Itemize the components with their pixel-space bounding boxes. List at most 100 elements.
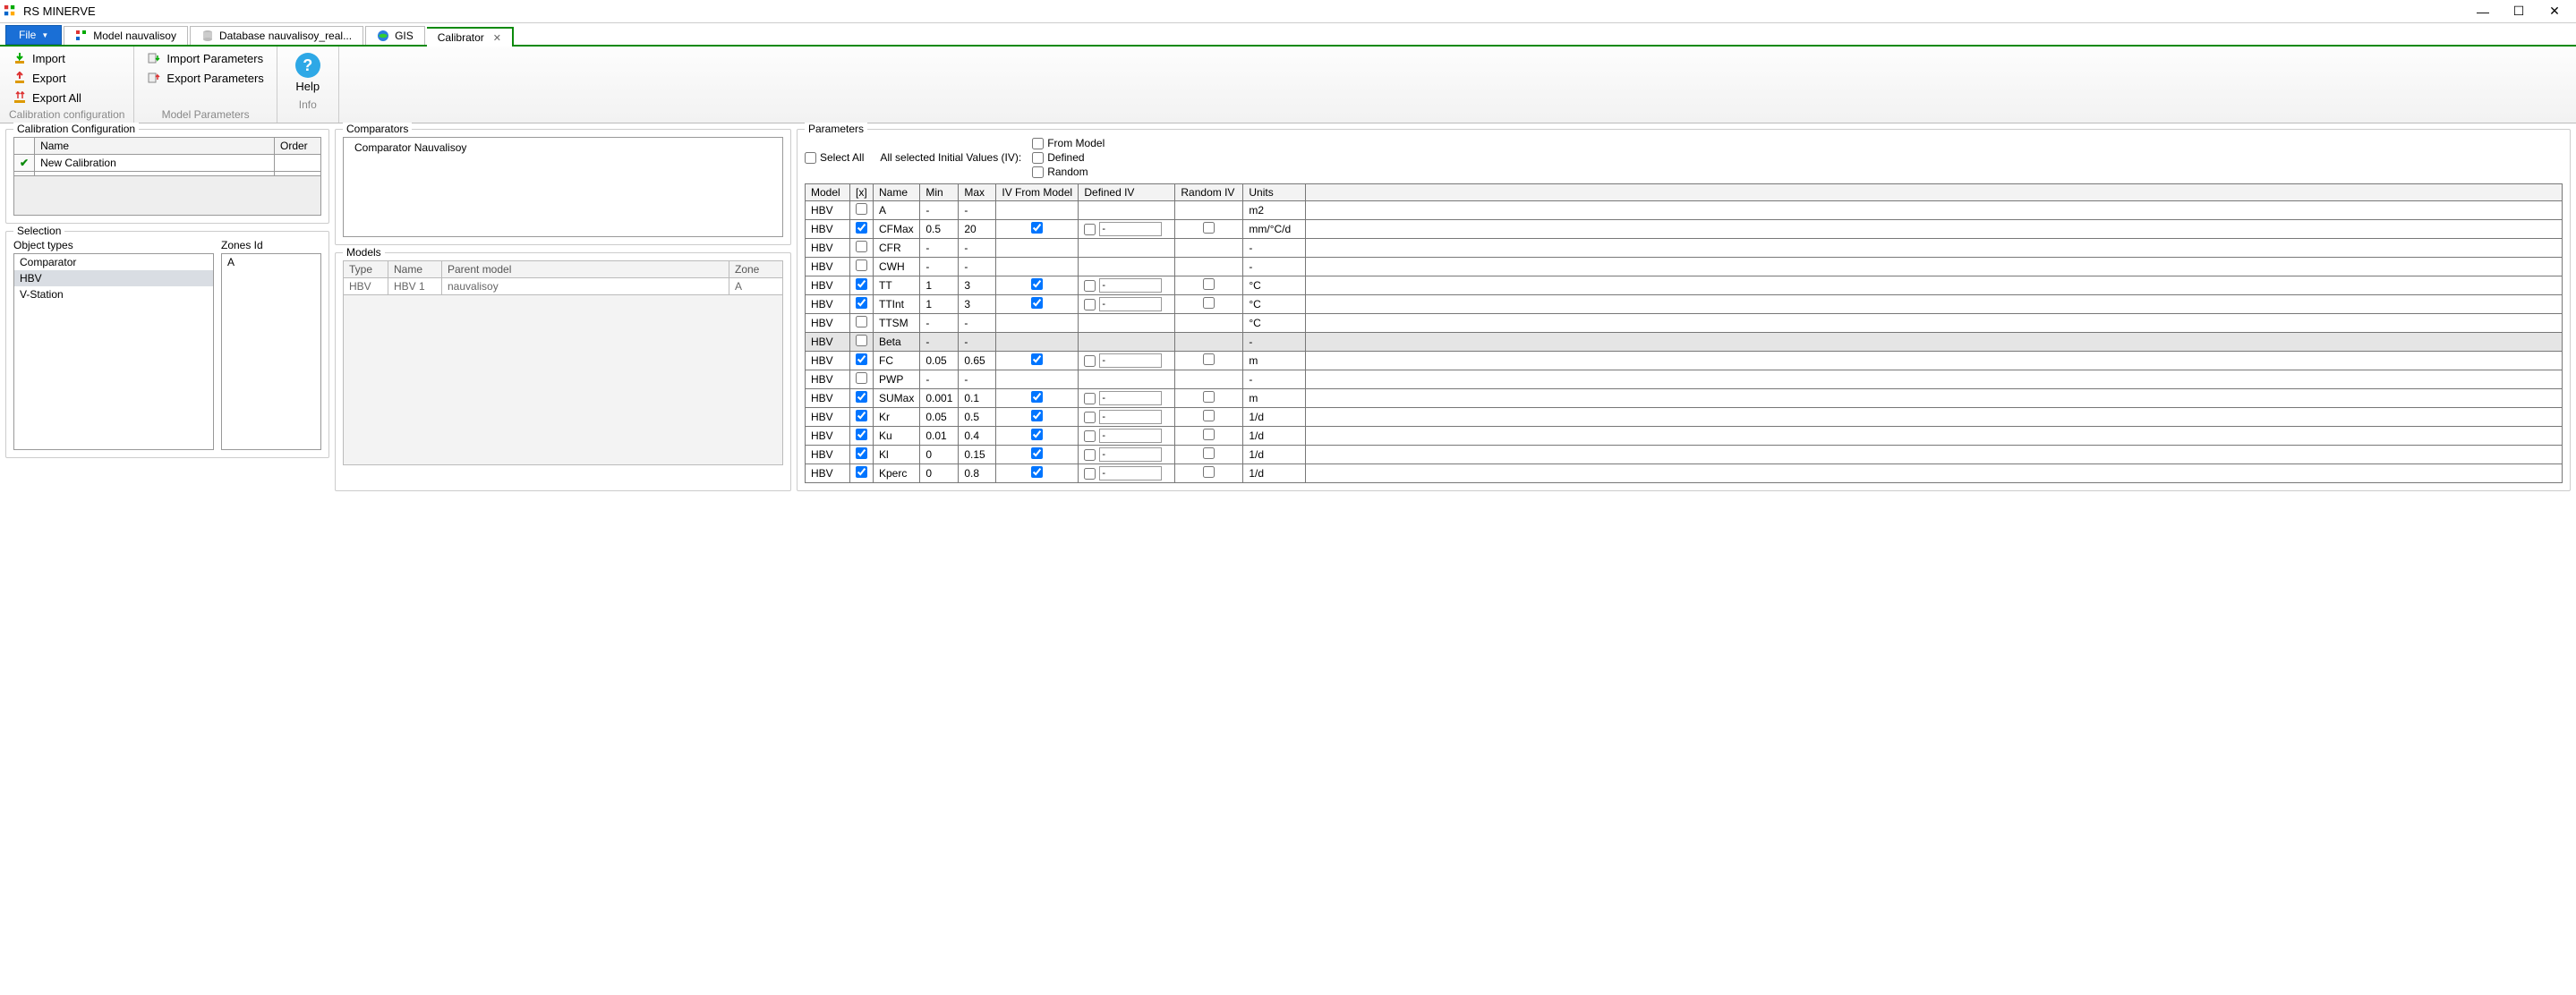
select-all-checkbox[interactable]: Select All [805, 151, 864, 164]
col-riv[interactable]: Random IV [1175, 184, 1243, 201]
comparators-list[interactable]: Comparator Nauvalisoy [343, 137, 783, 237]
col-min[interactable]: Min [920, 184, 959, 201]
div-checkbox[interactable] [1084, 449, 1096, 461]
div-checkbox[interactable] [1084, 224, 1096, 235]
table-row[interactable]: HBVTTInt13°C [806, 295, 2563, 314]
riv-checkbox[interactable] [1203, 353, 1215, 365]
col-parent[interactable]: Parent model [442, 261, 729, 278]
ivm-checkbox[interactable] [1031, 410, 1043, 421]
x-checkbox[interactable] [856, 429, 867, 440]
x-checkbox[interactable] [856, 241, 867, 252]
close-button[interactable]: ✕ [2537, 0, 2572, 23]
div-checkbox[interactable] [1084, 468, 1096, 480]
x-checkbox[interactable] [856, 372, 867, 384]
ivm-checkbox[interactable] [1031, 391, 1043, 403]
ivm-checkbox[interactable] [1031, 447, 1043, 459]
maximize-button[interactable]: ☐ [2501, 0, 2537, 23]
div-checkbox[interactable] [1084, 280, 1096, 292]
riv-checkbox[interactable] [1203, 222, 1215, 234]
parameters-grid[interactable]: Model [x] Name Min Max IV From Model Def… [805, 183, 2563, 483]
table-row[interactable]: HBVPWP--- [806, 370, 2563, 389]
import-button[interactable]: Import [9, 49, 124, 67]
div-input[interactable] [1099, 466, 1162, 480]
table-row[interactable]: HBVBeta--- [806, 333, 2563, 352]
x-checkbox[interactable] [856, 259, 867, 271]
col-ivm[interactable]: IV From Model [996, 184, 1079, 201]
list-item[interactable]: A [222, 254, 320, 270]
cell-order[interactable] [275, 155, 321, 172]
export-parameters-button[interactable]: Export Parameters [143, 69, 267, 87]
col-order[interactable]: Order [275, 138, 321, 155]
riv-checkbox[interactable] [1203, 466, 1215, 478]
tab-database[interactable]: Database nauvalisoy_real... [190, 26, 363, 45]
list-item[interactable]: Comparator Nauvalisoy [349, 140, 777, 156]
ivm-checkbox[interactable] [1031, 353, 1043, 365]
riv-checkbox[interactable] [1203, 410, 1215, 421]
col-x[interactable]: [x] [850, 184, 874, 201]
riv-checkbox[interactable] [1203, 391, 1215, 403]
file-menu[interactable]: File [5, 25, 62, 45]
table-row[interactable]: HBVTTSM--°C [806, 314, 2563, 333]
div-checkbox[interactable] [1084, 430, 1096, 442]
div-input[interactable] [1099, 353, 1162, 368]
iv-random-checkbox[interactable]: Random [1032, 166, 1105, 178]
x-checkbox[interactable] [856, 222, 867, 234]
iv-from-model-checkbox[interactable]: From Model [1032, 137, 1105, 149]
x-checkbox[interactable] [856, 391, 867, 403]
tab-gis[interactable]: GIS [365, 26, 425, 45]
ivm-checkbox[interactable] [1031, 222, 1043, 234]
ivm-checkbox[interactable] [1031, 466, 1043, 478]
tab-calibrator[interactable]: Calibrator ✕ [427, 27, 514, 47]
x-checkbox[interactable] [856, 203, 867, 215]
list-item[interactable]: V-Station [14, 286, 213, 302]
div-input[interactable] [1099, 278, 1162, 293]
table-row[interactable]: HBVFC0.050.65m [806, 352, 2563, 370]
div-checkbox[interactable] [1084, 299, 1096, 310]
table-row[interactable]: HBVKr0.050.51/d [806, 408, 2563, 427]
x-checkbox[interactable] [856, 466, 867, 478]
table-row[interactable]: HBVKperc00.81/d [806, 464, 2563, 483]
table-row[interactable]: HBVKu0.010.41/d [806, 427, 2563, 446]
div-checkbox[interactable] [1084, 412, 1096, 423]
col-name[interactable]: Name [35, 138, 275, 155]
cell-name[interactable]: New Calibration [35, 155, 275, 172]
x-checkbox[interactable] [856, 297, 867, 309]
object-types-list[interactable]: ComparatorHBVV-Station [13, 253, 214, 450]
riv-checkbox[interactable] [1203, 297, 1215, 309]
export-button[interactable]: Export [9, 69, 124, 87]
x-checkbox[interactable] [856, 353, 867, 365]
x-checkbox[interactable] [856, 278, 867, 290]
close-icon[interactable]: ✕ [493, 32, 501, 44]
minimize-button[interactable]: — [2465, 0, 2501, 23]
import-parameters-button[interactable]: Import Parameters [143, 49, 267, 67]
table-row[interactable]: HBV HBV 1 nauvalisoy A [344, 278, 783, 295]
col-max[interactable]: Max [959, 184, 996, 201]
x-checkbox[interactable] [856, 410, 867, 421]
div-input[interactable] [1099, 222, 1162, 236]
div-input[interactable] [1099, 391, 1162, 405]
div-input[interactable] [1099, 447, 1162, 462]
x-checkbox[interactable] [856, 316, 867, 327]
models-grid[interactable]: Type Name Parent model Zone HBV HBV 1 na… [343, 260, 783, 295]
ivm-checkbox[interactable] [1031, 278, 1043, 290]
table-row[interactable]: HBVCFR--- [806, 239, 2563, 258]
riv-checkbox[interactable] [1203, 429, 1215, 440]
col-div[interactable]: Defined IV [1079, 184, 1175, 201]
table-row[interactable]: ✔ New Calibration [14, 155, 321, 172]
col-name[interactable]: Name [388, 261, 442, 278]
riv-checkbox[interactable] [1203, 278, 1215, 290]
div-input[interactable] [1099, 429, 1162, 443]
table-row[interactable]: HBVKl00.151/d [806, 446, 2563, 464]
col-units[interactable]: Units [1243, 184, 1306, 201]
help-button[interactable]: ? Help [286, 49, 329, 97]
x-checkbox[interactable] [856, 335, 867, 346]
col-name[interactable]: Name [874, 184, 920, 201]
col-model[interactable]: Model [806, 184, 850, 201]
tab-model[interactable]: Model nauvalisoy [64, 26, 188, 45]
div-input[interactable] [1099, 297, 1162, 311]
zones-list[interactable]: A [221, 253, 321, 450]
iv-defined-checkbox[interactable]: Defined [1032, 151, 1105, 164]
div-checkbox[interactable] [1084, 355, 1096, 367]
ivm-checkbox[interactable] [1031, 429, 1043, 440]
table-row[interactable]: HBVTT13°C [806, 276, 2563, 295]
